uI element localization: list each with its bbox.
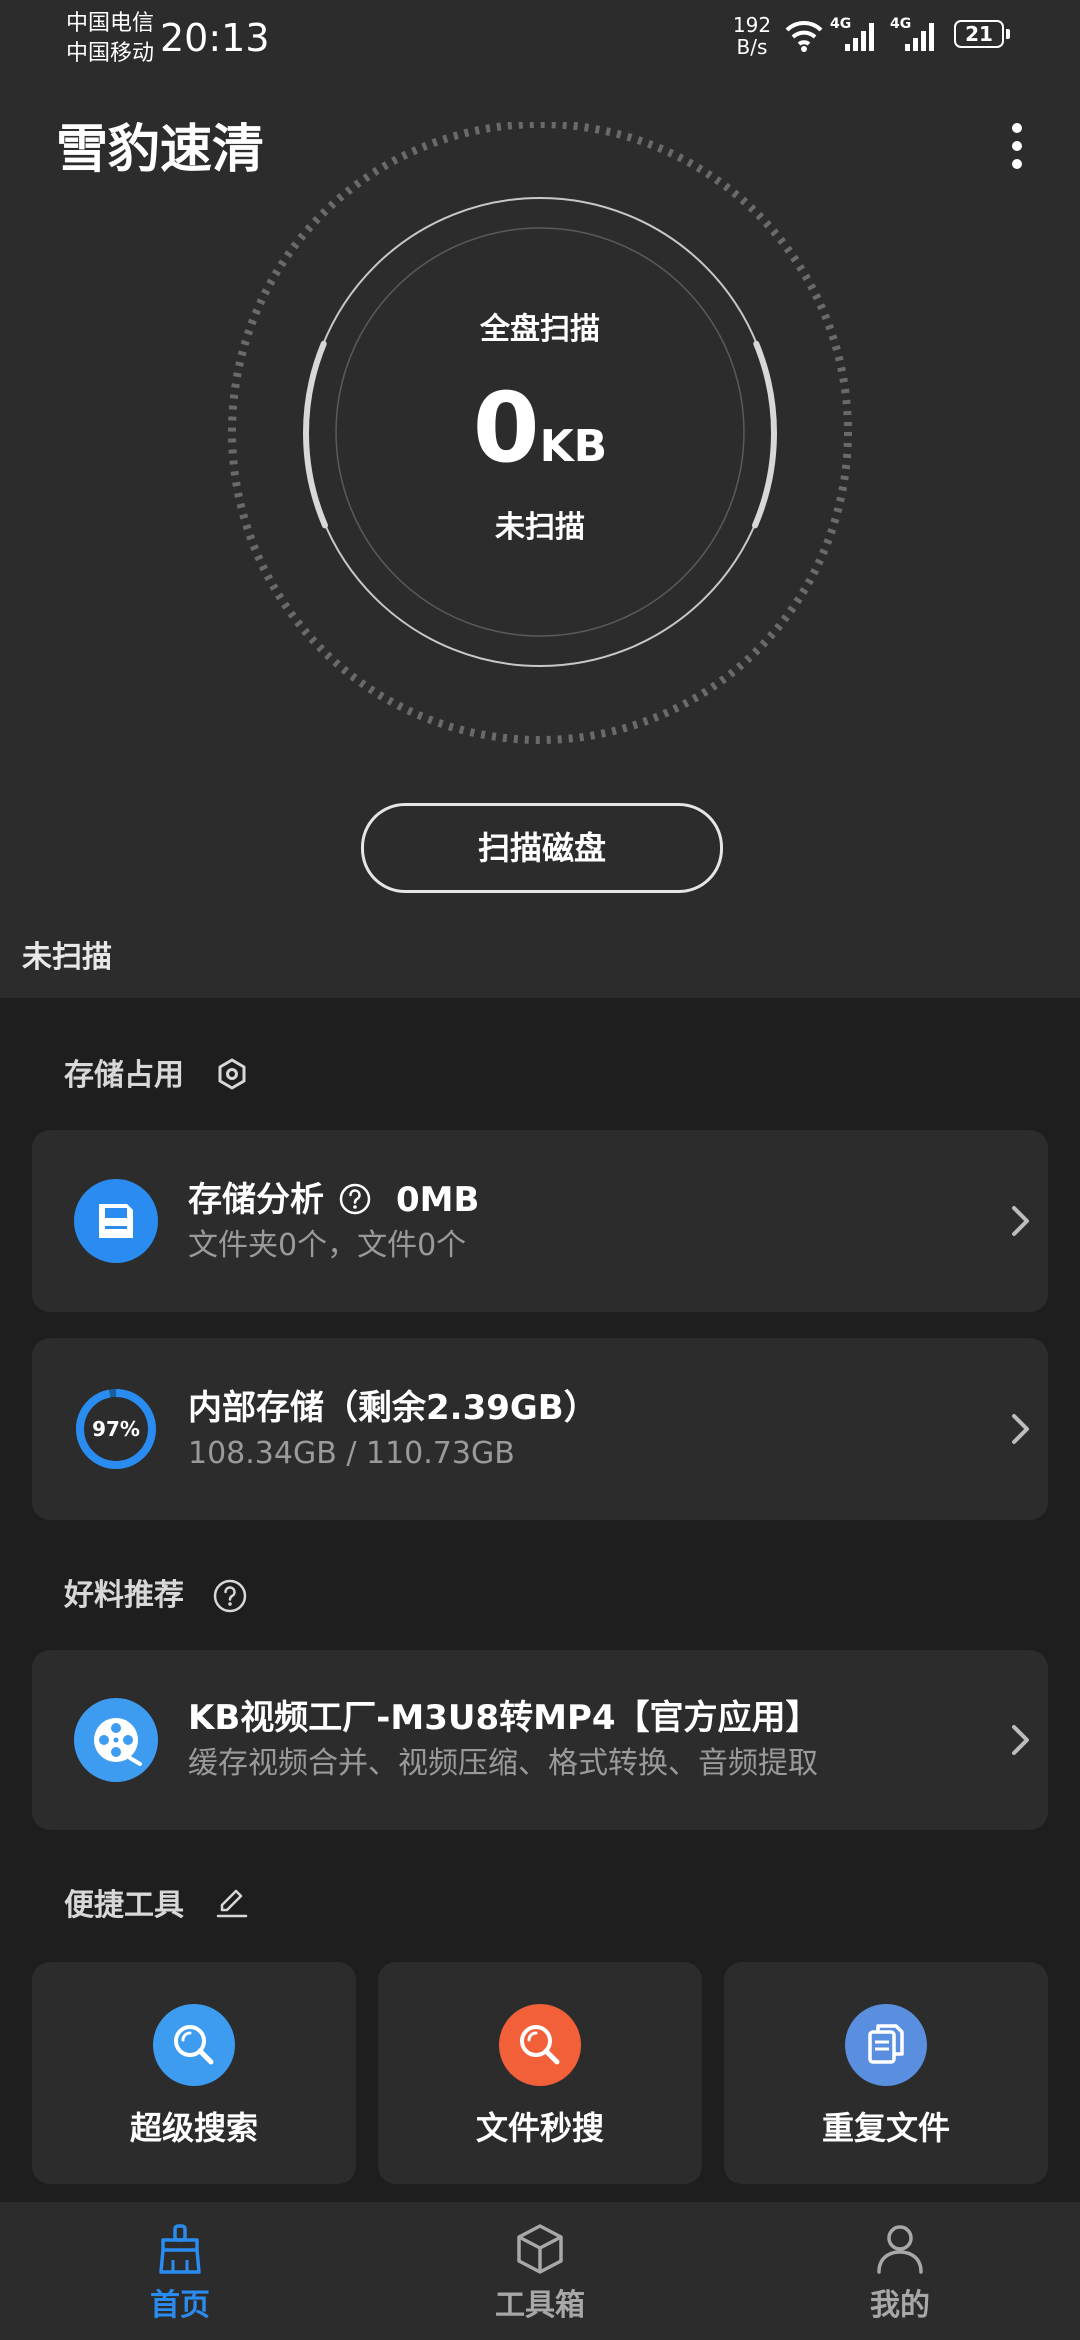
status-bar: 中国电信 中国移动 20:13 192 B/s 4G 4G 21 [0, 0, 1080, 80]
box-icon [517, 2224, 563, 2274]
bottom-nav: 首页 工具箱 我的 [0, 2202, 1080, 2340]
nav-label: 我的 [870, 2288, 930, 2323]
tool-super-search[interactable]: 超级搜索 [32, 1962, 356, 2184]
recommend-app-subtitle: 缓存视频合并、视频压缩、格式转换、音频提取 [188, 1746, 818, 1781]
signal-bars-icon [845, 23, 874, 51]
recommend-app-title: KB视频工厂-M3U8转MP4【官方应用】 [188, 1698, 820, 1738]
storage-usage-percent: 97% [92, 1417, 140, 1441]
internal-storage-title: 内部存储（剩余2.39GB） [188, 1388, 598, 1428]
document-copy-icon [845, 2004, 927, 2086]
help-circle-icon[interactable] [212, 1578, 248, 1614]
help-circle-icon[interactable] [338, 1182, 372, 1216]
chevron-right-icon [1012, 1725, 1029, 1755]
film-reel-icon [74, 1698, 158, 1782]
net-speed-value: 192 [732, 13, 772, 37]
chevron-right-icon [1012, 1206, 1029, 1236]
scanned-size-unit: KB [539, 421, 608, 472]
signal-bars-icon [905, 23, 934, 51]
broom-icon [159, 2224, 201, 2274]
storage-analysis-card[interactable]: 存储分析 0MB 文件夹0个，文件0个 [32, 1130, 1048, 1312]
chevron-right-icon [1012, 1414, 1029, 1444]
nav-label: 首页 [150, 2288, 210, 2323]
internal-storage-usage: 108.34GB / 110.73GB [188, 1436, 515, 1471]
hexagon-settings-icon[interactable] [214, 1056, 250, 1092]
search-icon [153, 2004, 235, 2086]
scanned-size-value: 0 [472, 372, 540, 484]
nav-toolbox[interactable]: 工具箱 [360, 2202, 720, 2340]
more-vertical-icon[interactable] [1000, 118, 1034, 174]
storage-section-title: 存储占用 [64, 1058, 184, 1093]
carrier-1: 中国电信 [66, 11, 155, 36]
dial-title: 全盘扫描 [480, 312, 600, 347]
scan-status-text: 未扫描 [22, 940, 112, 975]
user-icon [877, 2225, 923, 2274]
wifi-icon [785, 20, 823, 52]
tools-section-title: 便捷工具 [64, 1888, 184, 1923]
edit-icon[interactable] [214, 1884, 250, 1920]
hero-panel: 中国电信 中国移动 20:13 192 B/s 4G 4G 21 雪豹速清 全盘… [0, 0, 1080, 998]
nav-mine[interactable]: 我的 [720, 2202, 1080, 2340]
dial-scan-state: 未扫描 [495, 510, 585, 545]
status-time: 20:13 [160, 16, 270, 60]
battery-level: 21 [965, 22, 993, 46]
nav-label: 工具箱 [495, 2288, 585, 2323]
tool-label: 超级搜索 [129, 2109, 258, 2147]
disk-icon [74, 1179, 158, 1263]
tool-label: 文件秒搜 [475, 2109, 604, 2147]
storage-analysis-subtitle: 文件夹0个，文件0个 [188, 1228, 467, 1263]
carrier-2: 中国移动 [66, 41, 155, 66]
nav-home[interactable]: 首页 [0, 2202, 360, 2340]
search-icon [499, 2004, 581, 2086]
tool-duplicate-files[interactable]: 重复文件 [724, 1962, 1048, 2184]
scan-disk-button[interactable]: 扫描磁盘 [361, 803, 723, 893]
tool-file-search[interactable]: 文件秒搜 [378, 1962, 702, 2184]
tool-label: 重复文件 [821, 2109, 950, 2147]
signal-1: 4G [830, 16, 880, 54]
scanned-size: 0KB [0, 378, 1080, 506]
battery-icon: 21 [954, 20, 1012, 52]
net-speed: 192 B/s [728, 14, 776, 58]
storage-analysis-size: 0MB [396, 1180, 480, 1220]
internal-storage-card[interactable]: 97% 内部存储（剩余2.39GB） 108.34GB / 110.73GB [32, 1338, 1048, 1520]
storage-usage-ring: 97% [74, 1387, 158, 1471]
net-speed-unit: B/s [736, 35, 768, 59]
recommend-section-title: 好料推荐 [64, 1578, 184, 1613]
storage-analysis-title: 存储分析 [188, 1180, 324, 1220]
signal-2: 4G [890, 16, 940, 54]
recommend-app-card[interactable]: KB视频工厂-M3U8转MP4【官方应用】 缓存视频合并、视频压缩、格式转换、音… [32, 1650, 1048, 1830]
